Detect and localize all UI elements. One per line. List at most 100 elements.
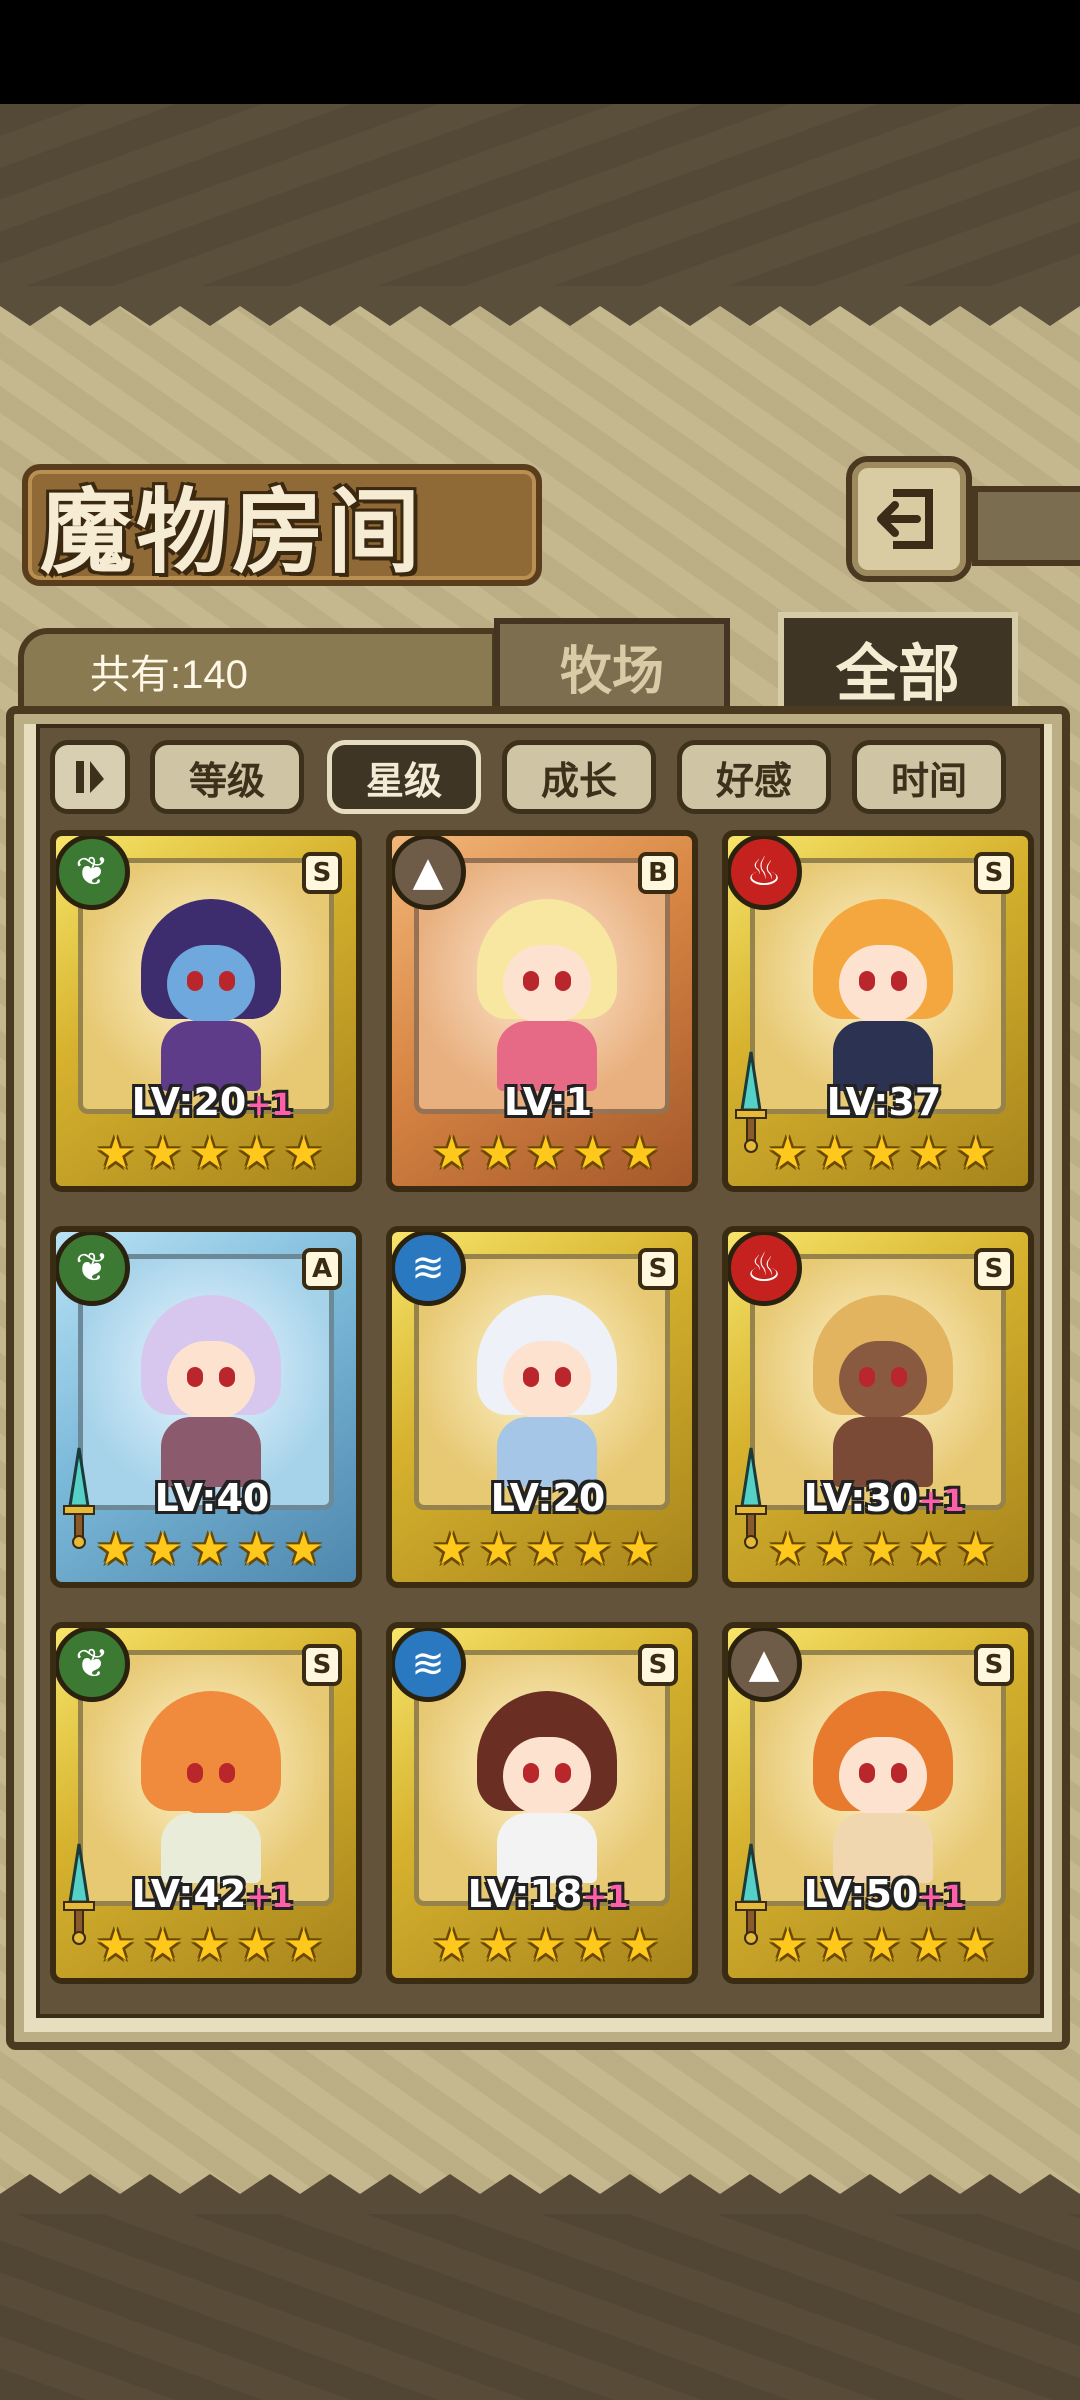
star-icon: ★ bbox=[815, 1128, 855, 1179]
star-icon: ★ bbox=[909, 1524, 949, 1575]
monster-character-art bbox=[813, 1691, 953, 1883]
element-nature-icon: ❦ bbox=[56, 1232, 130, 1306]
return-arrow-icon bbox=[877, 489, 933, 549]
star-icon: ★ bbox=[190, 1920, 230, 1971]
level-label: LV:42+1 bbox=[56, 1872, 356, 1916]
star-icon: ★ bbox=[432, 1128, 472, 1179]
level-label: LV:20 bbox=[392, 1476, 692, 1520]
level-label: LV:50+1 bbox=[728, 1872, 1028, 1916]
star-icon: ★ bbox=[190, 1128, 230, 1179]
level-bonus: +1 bbox=[582, 1880, 629, 1915]
bottom-map-band bbox=[0, 2210, 1080, 2400]
element-nature-icon: ❦ bbox=[56, 1628, 130, 1702]
star-icon: ★ bbox=[768, 1920, 808, 1971]
element-fire-icon: ♨ bbox=[728, 836, 802, 910]
rank-badge: S bbox=[638, 1248, 678, 1290]
monster-character-art bbox=[141, 1691, 281, 1883]
element-fire-icon: ♨ bbox=[728, 1232, 802, 1306]
monster-character-art bbox=[477, 1295, 617, 1487]
filter-button-1[interactable]: 星级 bbox=[327, 740, 481, 814]
monster-card[interactable]: ♨ S LV:37 ★ ★ ★ ★ ★ bbox=[722, 830, 1034, 1192]
star-icon: ★ bbox=[909, 1920, 949, 1971]
star-icon: ★ bbox=[190, 1524, 230, 1575]
tab-ranch[interactable]: 牧场 bbox=[494, 618, 730, 714]
top-map-band bbox=[0, 104, 1080, 290]
star-icon: ★ bbox=[96, 1524, 136, 1575]
element-water-icon: ≋ bbox=[392, 1232, 466, 1306]
monster-character-art bbox=[141, 899, 281, 1091]
star-icon: ★ bbox=[768, 1524, 808, 1575]
monster-card[interactable]: ❦ S LV:42+1 ★ ★ ★ ★ ★ bbox=[50, 1622, 362, 1984]
monster-card[interactable]: ❦ S LV:20+1 ★ ★ ★ ★ ★ bbox=[50, 830, 362, 1192]
rank-badge: S bbox=[974, 1248, 1014, 1290]
star-icon: ★ bbox=[479, 1920, 519, 1971]
rank-badge: S bbox=[638, 1644, 678, 1686]
level-bonus: +1 bbox=[246, 1880, 293, 1915]
star-icon: ★ bbox=[526, 1524, 566, 1575]
filter-button-4[interactable]: 时间 bbox=[852, 740, 1006, 814]
monster-card[interactable]: ≋ S LV:20 ★ ★ ★ ★ ★ bbox=[386, 1226, 698, 1588]
star-rating: ★ ★ ★ ★ ★ bbox=[432, 1528, 664, 1580]
star-icon: ★ bbox=[96, 1128, 136, 1179]
star-icon: ★ bbox=[815, 1524, 855, 1575]
star-icon: ★ bbox=[284, 1920, 324, 1971]
level-value: LV:50 bbox=[803, 1872, 919, 1916]
level-bonus: +1 bbox=[246, 1088, 293, 1123]
monster-character-art bbox=[141, 1295, 281, 1487]
level-value: LV:30 bbox=[803, 1476, 919, 1520]
star-icon: ★ bbox=[143, 1524, 183, 1575]
star-rating: ★ ★ ★ ★ ★ bbox=[96, 1924, 328, 1976]
level-value: LV:40 bbox=[154, 1476, 270, 1520]
star-icon: ★ bbox=[284, 1524, 324, 1575]
star-icon: ★ bbox=[573, 1524, 613, 1575]
filter-button-0[interactable]: 等级 bbox=[150, 740, 304, 814]
star-icon: ★ bbox=[620, 1128, 660, 1179]
star-icon: ★ bbox=[96, 1920, 136, 1971]
star-rating: ★ ★ ★ ★ ★ bbox=[96, 1528, 328, 1580]
star-icon: ★ bbox=[956, 1920, 996, 1971]
star-icon: ★ bbox=[573, 1128, 613, 1179]
filter-button-2[interactable]: 成长 bbox=[502, 740, 656, 814]
star-icon: ★ bbox=[956, 1524, 996, 1575]
total-count: 共有:140 bbox=[90, 653, 248, 697]
monster-card[interactable]: ❦ A LV:40 ★ ★ ★ ★ ★ bbox=[50, 1226, 362, 1588]
star-icon: ★ bbox=[573, 1920, 613, 1971]
monster-character-art bbox=[477, 899, 617, 1091]
element-earth-icon: ▲ bbox=[728, 1628, 802, 1702]
star-rating: ★ ★ ★ ★ ★ bbox=[768, 1132, 1000, 1184]
rank-badge: S bbox=[302, 852, 342, 894]
back-button[interactable] bbox=[846, 456, 972, 582]
star-rating: ★ ★ ★ ★ ★ bbox=[768, 1924, 1000, 1976]
star-rating: ★ ★ ★ ★ ★ bbox=[432, 1924, 664, 1976]
star-rating: ★ ★ ★ ★ ★ bbox=[432, 1132, 664, 1184]
star-rating: ★ ★ ★ ★ ★ bbox=[96, 1132, 328, 1184]
monster-card[interactable]: ▲ S LV:50+1 ★ ★ ★ ★ ★ bbox=[722, 1622, 1034, 1984]
star-icon: ★ bbox=[862, 1128, 902, 1179]
level-value: LV:20 bbox=[131, 1080, 247, 1124]
monster-card[interactable]: ♨ S LV:30+1 ★ ★ ★ ★ ★ bbox=[722, 1226, 1034, 1588]
element-water-icon: ≋ bbox=[392, 1628, 466, 1702]
monster-card[interactable]: ▲ B LV:1 ★ ★ ★ ★ ★ bbox=[386, 830, 698, 1192]
level-bonus: +1 bbox=[918, 1484, 965, 1519]
element-earth-icon: ▲ bbox=[392, 836, 466, 910]
monster-character-art bbox=[477, 1691, 617, 1883]
filter-button-3[interactable]: 好感 bbox=[677, 740, 831, 814]
star-icon: ★ bbox=[284, 1128, 324, 1179]
star-icon: ★ bbox=[237, 1524, 277, 1575]
rank-badge: S bbox=[302, 1644, 342, 1686]
level-label: LV:30+1 bbox=[728, 1476, 1028, 1520]
star-icon: ★ bbox=[143, 1128, 183, 1179]
monster-card[interactable]: ≋ S LV:18+1 ★ ★ ★ ★ ★ bbox=[386, 1622, 698, 1984]
star-icon: ★ bbox=[862, 1920, 902, 1971]
star-icon: ★ bbox=[237, 1128, 277, 1179]
sort-order-toggle[interactable] bbox=[50, 740, 130, 814]
star-icon: ★ bbox=[620, 1920, 660, 1971]
star-icon: ★ bbox=[526, 1920, 566, 1971]
level-label: LV:1 bbox=[392, 1080, 692, 1124]
star-icon: ★ bbox=[526, 1128, 566, 1179]
rank-badge: S bbox=[974, 1644, 1014, 1686]
star-icon: ★ bbox=[862, 1524, 902, 1575]
star-icon: ★ bbox=[237, 1920, 277, 1971]
rank-badge: A bbox=[302, 1248, 342, 1290]
element-nature-icon: ❦ bbox=[56, 836, 130, 910]
